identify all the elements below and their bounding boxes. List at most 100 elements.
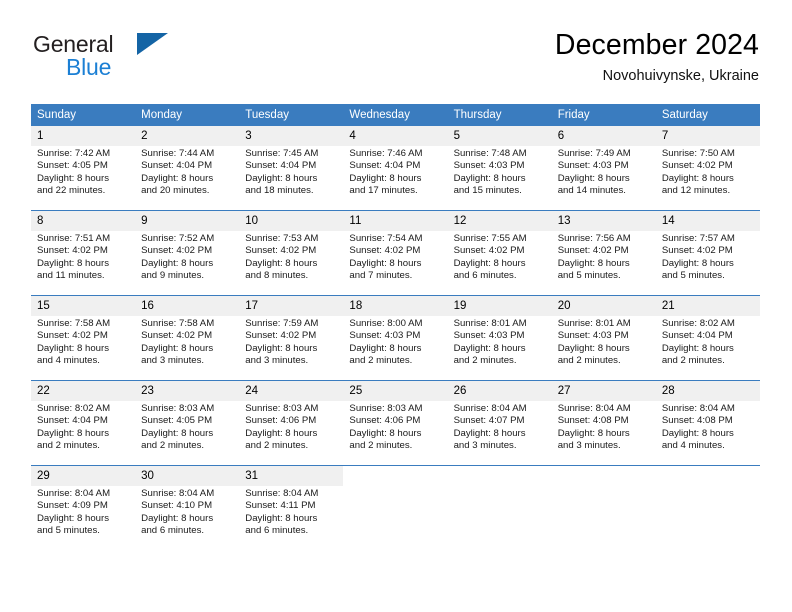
calendar-day-cell[interactable]: 28 Sunrise: 8:04 AM Sunset: 4:08 PM Dayligh…: [655, 380, 760, 466]
sunset-time: Sunset: 4:02 PM: [453, 245, 525, 257]
daylight-duration-line1: Daylight: 8 hours: [37, 257, 109, 269]
day-number: [552, 466, 656, 472]
daylight-duration-line1: Daylight: 8 hours: [141, 512, 214, 524]
general-blue-logo[interactable]: General Blue: [33, 31, 263, 87]
calendar-day-cell-inner: 14 Sunrise: 7:57 AM Sunset: 4:02 PM Dayligh…: [655, 211, 760, 295]
calendar-day-cell[interactable]: 13 Sunrise: 7:56 AM Sunset: 4:02 PM Dayligh…: [551, 210, 656, 296]
calendar-day-cell[interactable]: 7 Sunrise: 7:50 AM Sunset: 4:02 PM Daylight…: [655, 125, 760, 211]
calendar-day-cell-inner: 27 Sunrise: 8:04 AM Sunset: 4:08 PM Dayligh…: [551, 381, 656, 465]
calendar-day-cell[interactable]: 20 Sunrise: 8:01 AM Sunset: 4:03 PM Dayligh…: [551, 295, 656, 381]
calendar-week-row: 29 Sunrise: 8:04 AM Sunset: 4:09 PM Dayligh…: [31, 465, 760, 550]
sunset-time: Sunset: 4:03 PM: [453, 330, 525, 342]
calendar-week-row: 22 Sunrise: 8:02 AM Sunset: 4:04 PM Dayligh…: [31, 380, 760, 466]
day-details: Sunrise: 8:02 AM Sunset: 4:04 PM Daylight:…: [656, 316, 760, 368]
calendar-day-cell[interactable]: 14 Sunrise: 7:57 AM Sunset: 4:02 PM Dayligh…: [655, 210, 760, 296]
daylight-duration-line2: and 11 minutes.: [37, 270, 105, 282]
calendar-day-cell[interactable]: 23 Sunrise: 8:03 AM Sunset: 4:05 PM Dayligh…: [135, 380, 240, 466]
calendar-day-cell[interactable]: 12 Sunrise: 7:55 AM Sunset: 4:02 PM Dayligh…: [447, 210, 552, 296]
weekday-header-tuesday: Tuesday: [239, 104, 344, 126]
calendar-day-cell-inner: 17 Sunrise: 7:59 AM Sunset: 4:02 PM Dayligh…: [239, 296, 344, 380]
calendar-day-cell[interactable]: 31 Sunrise: 8:04 AM Sunset: 4:11 PM Dayligh…: [239, 465, 344, 550]
calendar-day-cell[interactable]: 27 Sunrise: 8:04 AM Sunset: 4:08 PM Dayligh…: [551, 380, 656, 466]
calendar-day-cell[interactable]: 10 Sunrise: 7:53 AM Sunset: 4:02 PM Dayligh…: [239, 210, 344, 296]
calendar-day-cell[interactable]: 6 Sunrise: 7:49 AM Sunset: 4:03 PM Daylight…: [551, 125, 656, 211]
location-subtitle: Novohuivynske, Ukraine: [602, 68, 759, 84]
sunset-time: Sunset: 4:06 PM: [245, 415, 317, 427]
daylight-duration-line1: Daylight: 8 hours: [141, 342, 214, 354]
sunset-time: Sunset: 4:02 PM: [245, 330, 317, 342]
calendar-day-cell[interactable]: 18 Sunrise: 8:00 AM Sunset: 4:03 PM Dayligh…: [343, 295, 448, 381]
calendar-day-cell[interactable]: 21 Sunrise: 8:02 AM Sunset: 4:04 PM Dayligh…: [655, 295, 760, 381]
day-number: 11: [343, 211, 448, 231]
calendar-day-cell[interactable]: 3 Sunrise: 7:45 AM Sunset: 4:04 PM Daylight…: [239, 125, 344, 211]
day-number: 28: [655, 381, 760, 401]
day-number: 17: [239, 296, 344, 316]
day-details: Sunrise: 8:04 AM Sunset: 4:07 PM Daylight:…: [448, 401, 552, 453]
sunrise-time: Sunrise: 8:03 AM: [141, 403, 215, 414]
calendar-body: 1 Sunrise: 7:42 AM Sunset: 4:05 PM Daylight…: [31, 125, 760, 550]
sunset-time: Sunset: 4:07 PM: [453, 415, 525, 427]
daylight-duration-line2: and 20 minutes.: [141, 185, 210, 197]
calendar-day-cell[interactable]: 29 Sunrise: 8:04 AM Sunset: 4:09 PM Dayligh…: [31, 465, 136, 550]
daylight-duration-line2: and 4 minutes.: [661, 440, 725, 452]
calendar-day-cell[interactable]: 2 Sunrise: 7:44 AM Sunset: 4:04 PM Daylight…: [135, 125, 240, 211]
day-details: Sunrise: 7:55 AM Sunset: 4:02 PM Daylight:…: [448, 231, 552, 283]
weekday-header-sunday: Sunday: [31, 104, 136, 126]
sunset-time: Sunset: 4:05 PM: [141, 415, 213, 427]
sunrise-time: Sunrise: 8:04 AM: [141, 488, 215, 499]
calendar-day-cell[interactable]: 25 Sunrise: 8:03 AM Sunset: 4:06 PM Dayligh…: [343, 380, 448, 466]
calendar-day-cell[interactable]: 22 Sunrise: 8:02 AM Sunset: 4:04 PM Dayligh…: [31, 380, 136, 466]
calendar-day-cell-inner: [343, 466, 447, 550]
calendar-day-cell-inner: 5 Sunrise: 7:48 AM Sunset: 4:03 PM Daylight…: [447, 126, 552, 210]
day-number: 31: [239, 466, 344, 486]
calendar-day-cell[interactable]: 8 Sunrise: 7:51 AM Sunset: 4:02 PM Daylight…: [31, 210, 136, 296]
sunrise-time: Sunrise: 8:00 AM: [349, 318, 423, 329]
daylight-duration-line2: and 9 minutes.: [141, 270, 205, 282]
calendar-day-cell[interactable]: 15 Sunrise: 7:58 AM Sunset: 4:02 PM Dayligh…: [31, 295, 136, 381]
calendar-day-cell[interactable]: 4 Sunrise: 7:46 AM Sunset: 4:04 PM Daylight…: [343, 125, 448, 211]
daylight-duration-line1: Daylight: 8 hours: [453, 427, 526, 439]
calendar-day-cell[interactable]: 17 Sunrise: 7:59 AM Sunset: 4:02 PM Dayligh…: [239, 295, 344, 381]
sunset-time: Sunset: 4:02 PM: [349, 245, 421, 257]
daylight-duration-line1: Daylight: 8 hours: [453, 342, 526, 354]
triangle-flag-icon: [137, 33, 168, 55]
day-number: 20: [551, 296, 656, 316]
sunset-time: Sunset: 4:02 PM: [37, 330, 108, 342]
calendar-day-cell[interactable]: 24 Sunrise: 8:03 AM Sunset: 4:06 PM Dayligh…: [239, 380, 344, 466]
sunset-time: Sunset: 4:02 PM: [661, 245, 733, 257]
day-number: 5: [447, 126, 552, 146]
calendar-day-cell[interactable]: 9 Sunrise: 7:52 AM Sunset: 4:02 PM Daylight…: [135, 210, 240, 296]
day-number: 29: [31, 466, 136, 486]
calendar-day-cell[interactable]: 16 Sunrise: 7:58 AM Sunset: 4:02 PM Dayligh…: [135, 295, 240, 381]
calendar-day-cell[interactable]: 30 Sunrise: 8:04 AM Sunset: 4:10 PM Dayligh…: [135, 465, 240, 550]
day-details: Sunrise: 7:45 AM Sunset: 4:04 PM Daylight:…: [239, 146, 343, 198]
day-number: 26: [447, 381, 552, 401]
daylight-duration-line2: and 2 minutes.: [245, 440, 309, 452]
calendar-day-cell[interactable]: 1 Sunrise: 7:42 AM Sunset: 4:05 PM Daylight…: [31, 125, 136, 211]
sunset-time: Sunset: 4:03 PM: [453, 160, 525, 172]
calendar-day-cell-inner: 7 Sunrise: 7:50 AM Sunset: 4:02 PM Daylight…: [655, 126, 760, 210]
sunset-time: Sunset: 4:02 PM: [245, 245, 317, 257]
sunrise-time: Sunrise: 7:50 AM: [661, 148, 735, 159]
calendar-day-cell[interactable]: 26 Sunrise: 8:04 AM Sunset: 4:07 PM Dayligh…: [447, 380, 552, 466]
day-details: Sunrise: 7:50 AM Sunset: 4:02 PM Daylight:…: [656, 146, 760, 198]
sunrise-time: Sunrise: 7:44 AM: [141, 148, 215, 159]
weekday-header-saturday: Saturday: [655, 104, 760, 126]
day-details: Sunrise: 8:03 AM Sunset: 4:06 PM Daylight:…: [343, 401, 447, 453]
weekday-header-wednesday: Wednesday: [343, 104, 448, 126]
calendar-day-cell[interactable]: 19 Sunrise: 8:01 AM Sunset: 4:03 PM Dayligh…: [447, 295, 552, 381]
calendar-day-cell[interactable]: 11 Sunrise: 7:54 AM Sunset: 4:02 PM Dayligh…: [343, 210, 448, 296]
brand-name-blue: Blue: [66, 54, 112, 80]
calendar-day-cell-inner: 9 Sunrise: 7:52 AM Sunset: 4:02 PM Daylight…: [135, 211, 240, 295]
day-number: 14: [655, 211, 760, 231]
daylight-duration-line2: and 5 minutes.: [37, 525, 100, 537]
calendar-day-cell-inner: 13 Sunrise: 7:56 AM Sunset: 4:02 PM Dayligh…: [551, 211, 656, 295]
page-header: General Blue December 2024 Novohuivynske…: [0, 0, 792, 96]
daylight-duration-line1: Daylight: 8 hours: [245, 512, 318, 524]
daylight-duration-line1: Daylight: 8 hours: [349, 342, 422, 354]
daylight-duration-line1: Daylight: 8 hours: [661, 427, 734, 439]
sunset-time: Sunset: 4:03 PM: [349, 330, 421, 342]
sunset-time: Sunset: 4:06 PM: [349, 415, 421, 427]
calendar-day-cell-empty: [655, 465, 760, 550]
calendar-day-cell[interactable]: 5 Sunrise: 7:48 AM Sunset: 4:03 PM Daylight…: [447, 125, 552, 211]
